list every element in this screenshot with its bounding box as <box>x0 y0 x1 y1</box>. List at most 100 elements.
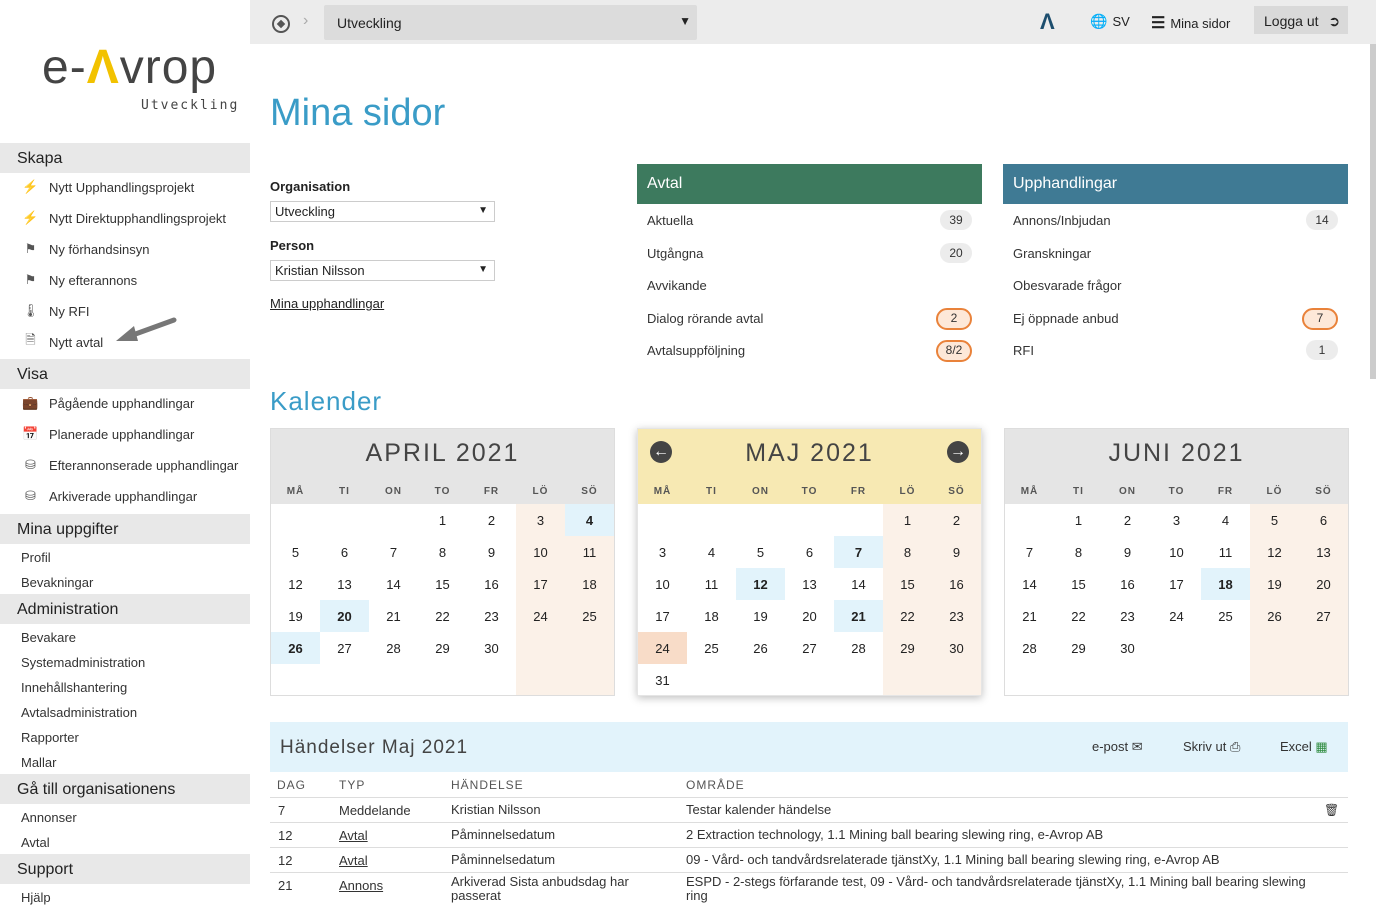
calendar-day[interactable]: 3 <box>1152 504 1201 536</box>
calendar-day[interactable]: 16 <box>467 568 516 600</box>
calendar-day[interactable]: 4 <box>687 536 736 568</box>
calendar-day[interactable]: 23 <box>932 600 981 632</box>
calendar-day[interactable]: 27 <box>320 632 369 664</box>
sidebar-link[interactable]: Innehållshantering <box>21 680 127 695</box>
panel-row[interactable]: Annons/Inbjudan 14 <box>1013 210 1338 232</box>
calendar-day[interactable]: 7 <box>834 536 883 568</box>
calendar-day[interactable]: 25 <box>1201 600 1250 632</box>
calendar-day[interactable]: 1 <box>883 504 932 536</box>
calendar-day[interactable]: 27 <box>785 632 834 664</box>
calendar-day[interactable]: 24 <box>516 600 565 632</box>
calendar-day[interactable]: 29 <box>1054 632 1103 664</box>
calendar-day[interactable]: 26 <box>271 632 320 664</box>
sidebar-item[interactable]: 🌡 Ny RFI <box>22 300 89 322</box>
calendar-day[interactable]: 6 <box>320 536 369 568</box>
mina-sidor-menu[interactable]: ☰ Mina sidor <box>1151 13 1230 33</box>
event-row[interactable]: 7 Meddelande Kristian Nilsson Testar kalend… <box>270 797 1348 822</box>
sidebar-link[interactable]: Bevakare <box>21 630 76 645</box>
language-selector[interactable]: 🌐 SV <box>1090 13 1130 30</box>
calendar-day[interactable]: 5 <box>271 536 320 568</box>
calendar-day[interactable]: 30 <box>932 632 981 664</box>
sidebar-item[interactable]: ⛁ Arkiverade upphandlingar <box>22 485 197 507</box>
calendar-day[interactable]: 7 <box>369 536 418 568</box>
logout-button[interactable]: Logga ut ➲ <box>1254 6 1348 34</box>
sidebar-link[interactable]: Bevakningar <box>21 575 93 590</box>
calendar-day[interactable]: 9 <box>932 536 981 568</box>
calendar-day[interactable]: 1 <box>418 504 467 536</box>
calendar-day[interactable]: 4 <box>1201 504 1250 536</box>
sidebar-link[interactable]: Mallar <box>21 755 56 770</box>
panel-row[interactable]: Avvikande <box>647 275 972 297</box>
calendar-day[interactable]: 6 <box>1299 504 1348 536</box>
calendar-day[interactable]: 7 <box>1005 536 1054 568</box>
event-type[interactable]: Avtal <box>339 853 368 868</box>
calendar-day[interactable]: 14 <box>1005 568 1054 600</box>
organisation-dropdown[interactable]: Utveckling ▼ <box>270 201 495 222</box>
calendar-day[interactable]: 13 <box>1299 536 1348 568</box>
calendar-day[interactable]: 15 <box>1054 568 1103 600</box>
panel-row[interactable]: Avtalsuppföljning 8/2 <box>647 340 972 362</box>
calendar-day[interactable]: 31 <box>638 664 687 696</box>
calendar-day[interactable]: 18 <box>687 600 736 632</box>
calendar-day[interactable]: 25 <box>565 600 614 632</box>
next-month-icon[interactable]: → <box>947 441 969 463</box>
panel-row[interactable]: Granskningar <box>1013 243 1338 265</box>
calendar-day[interactable]: 11 <box>565 536 614 568</box>
compass-icon[interactable] <box>272 15 290 33</box>
sidebar-item[interactable]: ⚡ Nytt Direktupphandlingsprojekt <box>22 207 226 229</box>
sidebar-link[interactable]: Avtalsadministration <box>21 705 137 720</box>
calendar-day[interactable]: 24 <box>638 632 687 664</box>
calendar-day[interactable]: 19 <box>736 600 785 632</box>
calendar-day[interactable]: 8 <box>418 536 467 568</box>
calendar-day[interactable]: 6 <box>785 536 834 568</box>
calendar-day[interactable]: 5 <box>736 536 785 568</box>
print-button[interactable]: Skriv ut ⎙ <box>1183 739 1240 755</box>
calendar-day[interactable]: 13 <box>785 568 834 600</box>
person-dropdown[interactable]: Kristian Nilsson ▼ <box>270 260 495 281</box>
event-row[interactable]: 12 Avtal Påminnelsedatum 2 Extraction techn… <box>270 822 1348 847</box>
sidebar-item[interactable]: ⚑ Ny förhandsinsyn <box>22 238 150 260</box>
sidebar-link[interactable]: Hjälp <box>21 890 51 905</box>
calendar-day[interactable]: 12 <box>736 568 785 600</box>
event-row[interactable]: 21 Annons Arkiverad Sista anbudsdag har pa… <box>270 872 1348 905</box>
e-avrop-lambda-icon[interactable]: Λ <box>1040 9 1055 35</box>
previous-month-icon[interactable]: ← <box>650 441 672 463</box>
calendar-day[interactable]: 20 <box>1299 568 1348 600</box>
panel-row[interactable]: Utgångna 20 <box>647 242 972 265</box>
calendar-day[interactable]: 4 <box>565 504 614 536</box>
calendar-day[interactable]: 20 <box>785 600 834 632</box>
calendar-day[interactable]: 28 <box>1005 632 1054 664</box>
calendar-day[interactable]: 2 <box>932 504 981 536</box>
sidebar-item[interactable]: ⛁ Efterannonserade upphandlingar <box>22 454 238 476</box>
calendar-day[interactable]: 16 <box>932 568 981 600</box>
calendar-day[interactable]: 26 <box>736 632 785 664</box>
calendar-day[interactable]: 9 <box>1103 536 1152 568</box>
panel-row[interactable]: Aktuella 39 <box>647 210 972 232</box>
calendar-day[interactable]: 20 <box>320 600 369 632</box>
calendar-day[interactable]: 8 <box>883 536 932 568</box>
calendar-day[interactable]: 30 <box>1103 632 1152 664</box>
sidebar-link[interactable]: Rapporter <box>21 730 79 745</box>
calendar-day[interactable]: 29 <box>418 632 467 664</box>
excel-button[interactable]: Excel ▦ <box>1280 739 1328 755</box>
calendar-day[interactable]: 9 <box>467 536 516 568</box>
calendar-day[interactable]: 2 <box>467 504 516 536</box>
calendar-day[interactable]: 10 <box>516 536 565 568</box>
calendar-day[interactable]: 3 <box>516 504 565 536</box>
calendar-day[interactable]: 5 <box>1250 504 1299 536</box>
calendar-day[interactable]: 1 <box>1054 504 1103 536</box>
organisation-select[interactable]: Utveckling ▼ <box>324 5 697 40</box>
calendar-day[interactable]: 27 <box>1299 600 1348 632</box>
mina-upphandlingar-link[interactable]: Mina upphandlingar <box>270 296 384 311</box>
calendar-day[interactable]: 13 <box>320 568 369 600</box>
calendar-day[interactable]: 11 <box>687 568 736 600</box>
calendar-day[interactable]: 29 <box>883 632 932 664</box>
sidebar-item[interactable]: 📅 Planerade upphandlingar <box>22 423 194 445</box>
calendar-day[interactable]: 23 <box>1103 600 1152 632</box>
sidebar-item[interactable]: 💼 Pågående upphandlingar <box>22 392 194 414</box>
calendar-day[interactable]: 12 <box>1250 536 1299 568</box>
sidebar-item[interactable]: 🗎 Nytt avtal <box>22 331 103 353</box>
calendar-day[interactable]: 22 <box>1054 600 1103 632</box>
calendar-day[interactable]: 11 <box>1201 536 1250 568</box>
calendar-day[interactable]: 28 <box>834 632 883 664</box>
